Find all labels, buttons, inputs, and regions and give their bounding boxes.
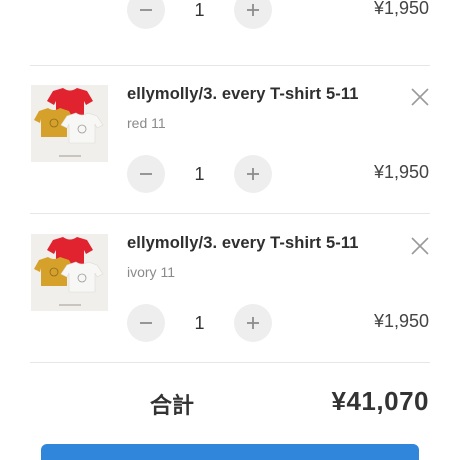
decrease-quantity-button[interactable] [127, 155, 165, 193]
quantity-value: 1 [194, 164, 205, 184]
decrease-quantity-button[interactable] [127, 0, 165, 29]
quantity-value: 1 [194, 0, 205, 20]
item-variant: red 11 [127, 115, 166, 131]
plus-icon [247, 317, 259, 329]
item-price: ¥1,950 [373, 0, 429, 18]
divider [30, 65, 430, 66]
remove-item-button[interactable] [410, 87, 430, 107]
close-icon [411, 237, 429, 255]
cart-item: ellymolly/3. every T-shirt 5-11 ivory 11… [0, 234, 460, 382]
quantity-stepper: 1 [127, 155, 273, 193]
cart-item: 1 ¥1,950 [0, 0, 460, 69]
item-variant: ivory 11 [127, 264, 175, 280]
item-name[interactable]: ellymolly/3. every T-shirt 5-11 [127, 85, 358, 104]
product-thumbnail[interactable] [31, 234, 108, 311]
quantity-stepper: 1 [127, 0, 273, 29]
minus-icon [140, 173, 152, 175]
total-label: 合計 [150, 393, 195, 418]
increase-quantity-button[interactable] [234, 304, 272, 342]
increase-quantity-button[interactable] [234, 155, 272, 193]
checkout-button[interactable] [41, 444, 419, 460]
item-name[interactable]: ellymolly/3. every T-shirt 5-11 [127, 234, 358, 253]
divider [30, 362, 430, 363]
minus-icon [140, 9, 152, 11]
item-price: ¥1,950 [373, 162, 429, 182]
quantity-value: 1 [194, 313, 205, 333]
decrease-quantity-button[interactable] [127, 304, 165, 342]
plus-icon [247, 4, 259, 16]
cart-page: 1 ¥1,950 ellymolly/3. every T-shirt 5-11… [0, 0, 460, 460]
close-icon [411, 88, 429, 106]
minus-icon [140, 322, 152, 324]
item-price: ¥1,950 [373, 311, 429, 331]
cart-item: ellymolly/3. every T-shirt 5-11 red 11 1 [0, 85, 460, 233]
increase-quantity-button[interactable] [234, 0, 272, 29]
total-amount: ¥41,070 [331, 386, 429, 416]
product-thumbnail[interactable] [31, 85, 108, 162]
plus-icon [247, 168, 259, 180]
quantity-stepper: 1 [127, 304, 273, 342]
remove-item-button[interactable] [410, 236, 430, 256]
divider [30, 213, 430, 214]
